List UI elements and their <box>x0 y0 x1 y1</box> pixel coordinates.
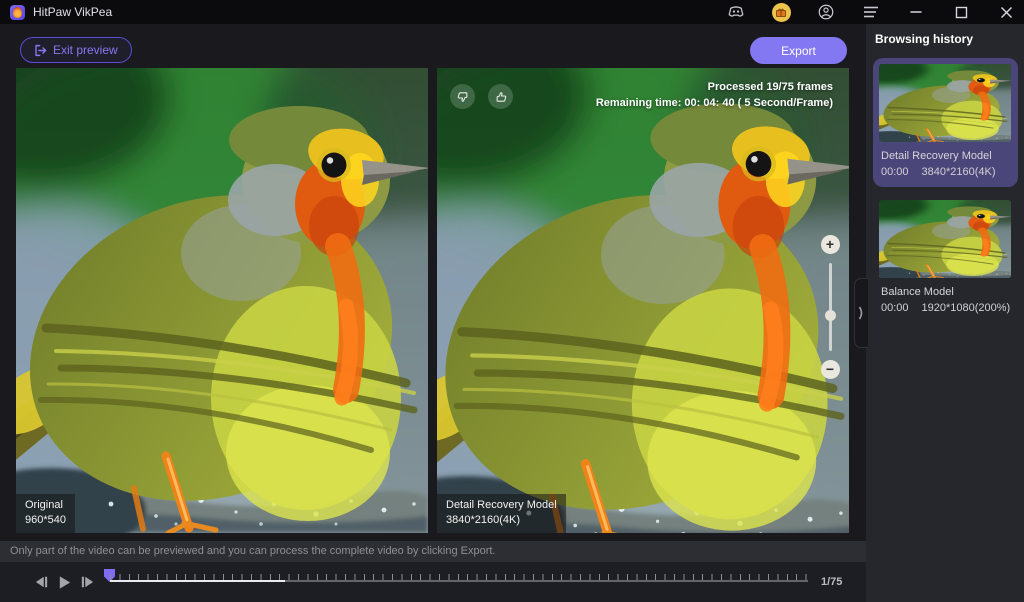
menu-icon[interactable] <box>861 2 881 22</box>
history-resolution: 3840*2160(4K) <box>922 166 996 178</box>
history-thumbnail <box>879 200 1011 278</box>
history-resolution: 1920*1080(200%) <box>922 302 1011 314</box>
frame-counter: 1/75 <box>821 576 842 588</box>
history-thumbnail <box>879 64 1011 142</box>
main-area: Exit preview Export Original 960*540 <box>0 24 866 602</box>
play-button[interactable] <box>55 573 73 591</box>
history-time: 00:00 <box>881 302 909 314</box>
close-button[interactable] <box>996 2 1016 22</box>
history-meta: 00:00 1920*1080(200%) <box>879 302 1012 314</box>
thumbs-down-button[interactable] <box>450 84 475 109</box>
original-label: Original 960*540 <box>16 494 75 533</box>
account-icon[interactable] <box>816 2 836 22</box>
previous-frame-button[interactable] <box>33 573 51 591</box>
enhanced-preview-panel[interactable]: Processed 19/75 frames Remaining time: 0… <box>437 68 849 533</box>
original-resolution: 960*540 <box>25 513 66 528</box>
zoom-out-button[interactable]: − <box>821 360 840 379</box>
notice-text: Only part of the video can be previewed … <box>10 545 496 557</box>
browsing-history-sidebar: Browsing history Detail Recovery Model 0… <box>866 24 1024 602</box>
zoom-in-button[interactable]: + <box>821 235 840 254</box>
titlebar-icons <box>726 0 1016 24</box>
sidebar-collapse-handle[interactable] <box>854 278 868 348</box>
next-frame-button[interactable] <box>78 573 96 591</box>
discord-icon[interactable] <box>726 2 746 22</box>
history-model-name: Balance Model <box>879 286 1012 298</box>
exit-preview-label: Exit preview <box>53 43 118 57</box>
zoom-control: + − <box>819 235 841 379</box>
thumbs-up-button[interactable] <box>488 84 513 109</box>
remaining-time-text: Remaining time: 00: 04: 40 ( 5 Second/Fr… <box>596 95 833 111</box>
sidebar-title: Browsing history <box>875 32 973 46</box>
timeline-progress <box>110 580 285 582</box>
enhanced-video-frame <box>437 68 849 533</box>
enhanced-name: Detail Recovery Model <box>446 498 557 513</box>
zoom-slider-thumb[interactable] <box>825 310 836 321</box>
maximize-button[interactable] <box>951 2 971 22</box>
notice-bar: Only part of the video can be previewed … <box>0 541 866 562</box>
timeline[interactable] <box>104 566 810 596</box>
history-meta: 00:00 3840*2160(4K) <box>879 166 1012 178</box>
gift-icon[interactable] <box>771 2 791 22</box>
gift-coin <box>772 3 791 22</box>
chevron-right-icon <box>858 306 865 320</box>
original-video-frame <box>16 68 428 533</box>
minimize-button[interactable] <box>906 2 926 22</box>
original-preview-panel[interactable]: Original 960*540 <box>16 68 428 533</box>
exit-preview-button[interactable]: Exit preview <box>20 37 132 63</box>
playback-bar: 1/75 <box>0 562 866 602</box>
titlebar: HitPaw VikPea <box>0 0 1024 24</box>
app-logo-icon <box>10 5 25 20</box>
zoom-slider-track[interactable] <box>829 263 832 351</box>
original-name: Original <box>25 498 66 513</box>
history-time: 00:00 <box>881 166 909 178</box>
timeline-track[interactable] <box>110 580 808 582</box>
exit-icon <box>34 44 47 57</box>
export-button[interactable]: Export <box>750 37 847 64</box>
app-title: HitPaw VikPea <box>33 5 112 19</box>
processed-frames-text: Processed 19/75 frames <box>596 79 833 95</box>
history-card-balance[interactable]: Balance Model 00:00 1920*1080(200%) <box>873 194 1018 323</box>
app-window: HitPaw VikPea <box>0 0 1024 602</box>
process-info: Processed 19/75 frames Remaining time: 0… <box>596 79 833 111</box>
enhanced-label: Detail Recovery Model 3840*2160(4K) <box>437 494 566 533</box>
history-model-name: Detail Recovery Model <box>879 150 1012 162</box>
history-card-detail-recovery[interactable]: Detail Recovery Model 00:00 3840*2160(4K… <box>873 58 1018 187</box>
enhanced-resolution: 3840*2160(4K) <box>446 513 557 528</box>
feedback-buttons <box>450 84 513 109</box>
